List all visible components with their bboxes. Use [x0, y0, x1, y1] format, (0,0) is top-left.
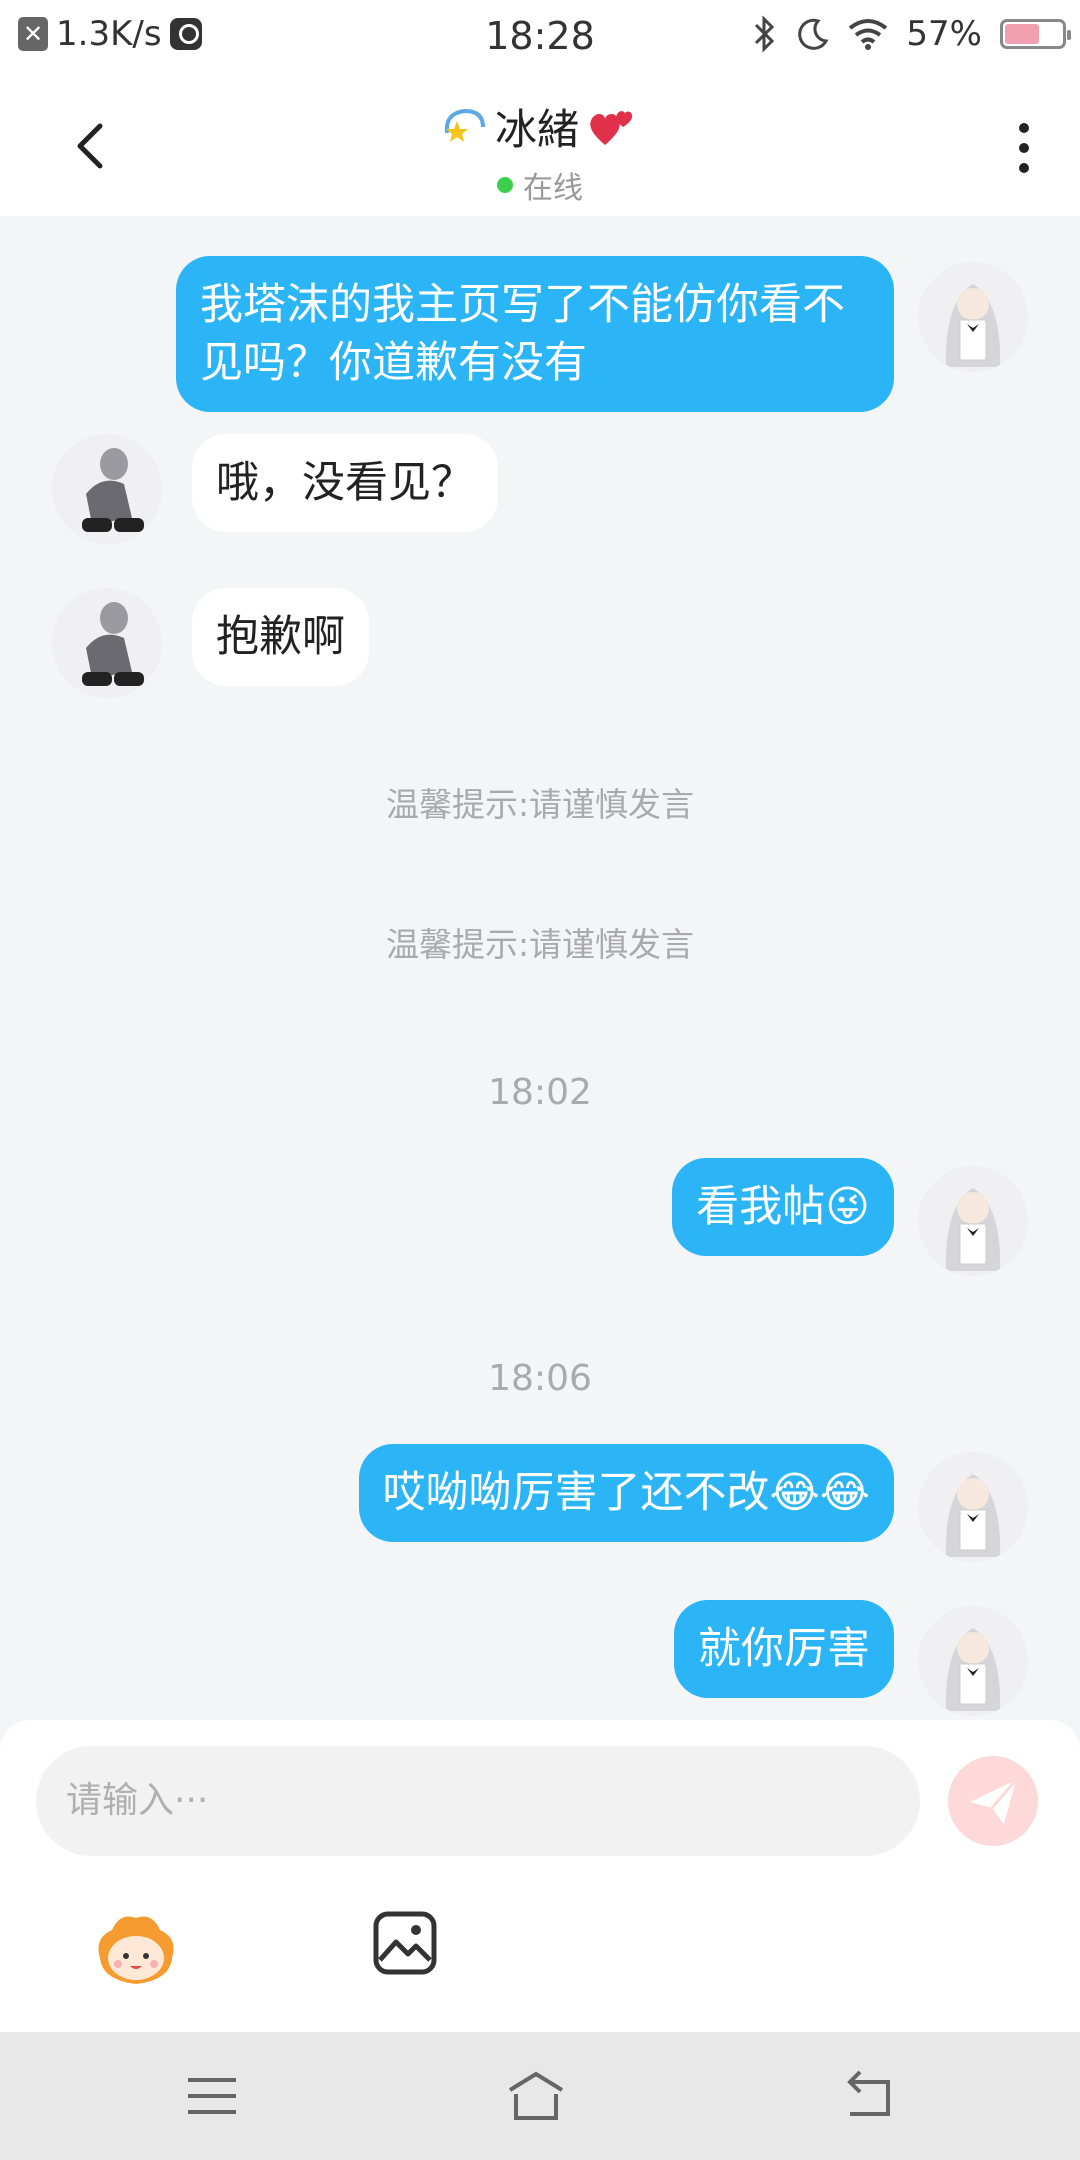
home-icon[interactable] — [506, 2068, 566, 2124]
system-notice: 温馨提示:请谨慎发言 — [385, 925, 695, 964]
timestamp: 18:06 — [488, 1358, 592, 1399]
send-icon — [970, 1779, 1018, 1824]
input-panel: 请输入··· — [0, 1720, 1080, 2032]
emoji-mascot-icon[interactable] — [92, 1908, 180, 1988]
status-right: 57% — [752, 14, 1071, 54]
contact-avatar[interactable] — [52, 434, 162, 544]
my-avatar[interactable] — [918, 1452, 1028, 1562]
battery-percent: 57% — [906, 14, 982, 54]
wifi-icon — [849, 19, 888, 50]
my-avatar[interactable] — [918, 262, 1028, 372]
timestamp: 18:02 — [488, 1072, 592, 1113]
moon-icon — [798, 18, 829, 50]
title-block: 冰緒 在线 — [0, 96, 1080, 207]
message-bubble-incoming[interactable]: 抱歉啊 — [192, 588, 369, 686]
avatar-girl-icon — [918, 262, 1028, 372]
chat-header: 冰緒 在线 — [0, 74, 1080, 216]
my-avatar[interactable] — [918, 1166, 1028, 1276]
avatar-girl-icon — [918, 1452, 1028, 1562]
battery-icon — [1000, 19, 1071, 49]
system-notice: 温馨提示:请谨慎发言 — [385, 785, 695, 824]
message-bubble-outgoing[interactable]: 我塔沫的我主页写了不能仿你看不见吗？你道歉有没有 — [176, 256, 894, 412]
avatar-figure-icon — [52, 588, 162, 698]
bluetooth-icon — [755, 15, 775, 53]
avatar-girl-icon — [918, 1166, 1028, 1276]
message-bubble-incoming[interactable]: 哦，没看见？ — [192, 434, 498, 532]
more-vertical-icon[interactable] — [1012, 118, 1036, 178]
contact-name: 冰緒 — [494, 105, 579, 154]
swirl-star-icon — [444, 108, 485, 142]
send-button[interactable] — [948, 1756, 1038, 1846]
online-status-text: 在线 — [523, 171, 583, 206]
image-icon[interactable] — [372, 1910, 438, 1976]
contact-avatar[interactable] — [52, 588, 162, 698]
my-avatar[interactable] — [918, 1606, 1028, 1716]
message-input[interactable]: 请输入··· — [36, 1746, 920, 1856]
online-dot-icon — [497, 177, 513, 193]
message-bubble-outgoing[interactable]: 看我帖😜 — [672, 1158, 894, 1256]
message-bubble-outgoing[interactable]: 就你厉害 — [674, 1600, 894, 1698]
status-bar: ✕ 1.3K/s 18:28 57% — [0, 0, 1080, 74]
contact-name-row: 冰緒 — [441, 96, 639, 157]
message-bubble-outgoing[interactable]: 哎呦呦厉害了还不改😂😂 — [358, 1444, 894, 1542]
system-navbar — [0, 2032, 1080, 2160]
hearts-icon — [590, 110, 633, 145]
avatar-girl-icon — [918, 1606, 1028, 1716]
back-icon[interactable] — [838, 2068, 898, 2124]
online-status: 在线 — [497, 163, 583, 207]
avatar-figure-icon — [52, 434, 162, 544]
menu-icon[interactable] — [182, 2068, 242, 2124]
